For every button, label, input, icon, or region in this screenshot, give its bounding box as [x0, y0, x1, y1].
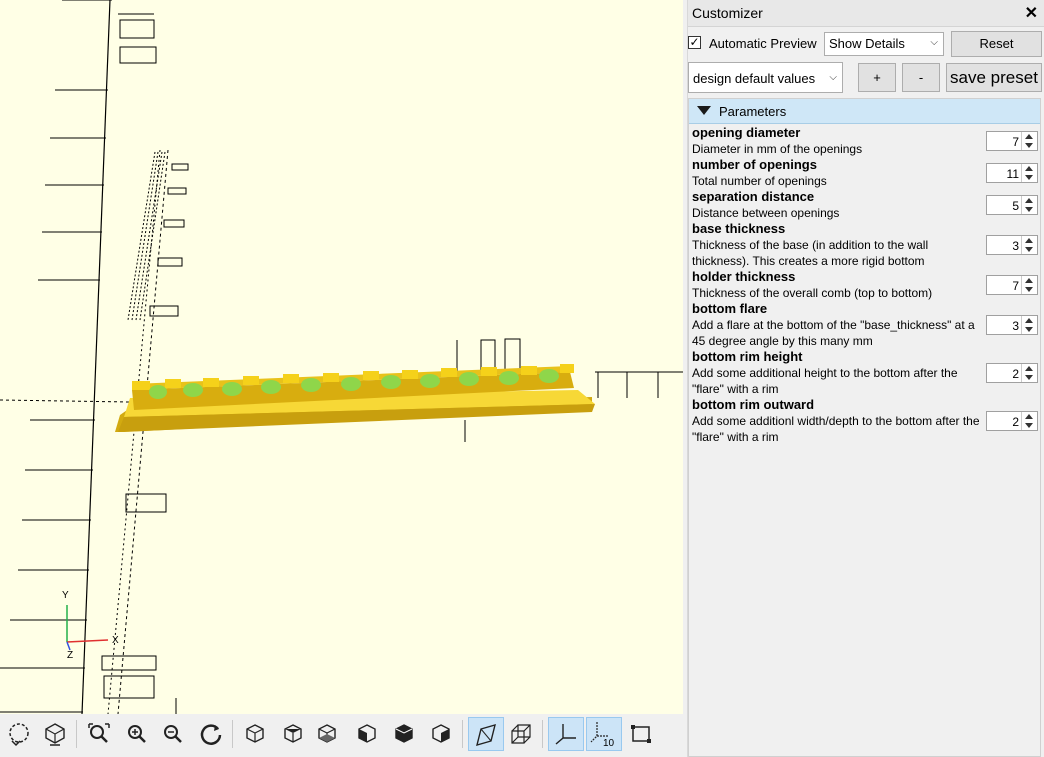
scale-numbers-right	[480, 338, 521, 371]
param-description: Distance between openings	[692, 206, 840, 220]
gizmo-z-label: Z	[67, 650, 73, 661]
scale-numbers-top	[118, 13, 157, 64]
scale-ticks-left	[0, 0, 112, 713]
reset-button[interactable]: Reset	[951, 31, 1042, 57]
spinbox-value: 7	[1012, 135, 1019, 149]
reset-view-icon[interactable]	[196, 718, 226, 750]
spinbox-value: 2	[1012, 367, 1019, 381]
model-scene: Y X Z	[0, 0, 683, 714]
param-name: bottom flare	[692, 301, 768, 316]
chevron-down-icon: ⌵	[930, 37, 938, 48]
gizmo-x-label: X	[112, 635, 119, 646]
zoom-out-icon[interactable]	[158, 718, 188, 750]
scale-marker-label: 10	[603, 738, 615, 748]
zoom-in-icon[interactable]	[122, 718, 152, 750]
3d-viewport[interactable]: Y X Z	[0, 0, 683, 714]
spin-arrows-icon[interactable]	[1021, 276, 1037, 294]
chevron-down-icon: ⌵	[829, 72, 837, 83]
bottom-rim-outward-spinbox[interactable]: 2	[986, 411, 1038, 431]
triangle-down-icon	[697, 106, 711, 115]
spinbox-value: 3	[1012, 239, 1019, 253]
render-icon[interactable]	[40, 718, 70, 750]
spinbox-value: 5	[1012, 199, 1019, 213]
add-preset-button[interactable]: +	[858, 63, 896, 92]
comb-model	[115, 364, 595, 432]
spin-arrows-icon[interactable]	[1021, 196, 1037, 214]
viewport-toolbar: 10	[0, 714, 683, 757]
spinbox-value: 2	[1012, 415, 1019, 429]
view-left-icon[interactable]	[352, 718, 382, 750]
preview-icon[interactable]	[4, 718, 34, 750]
automatic-preview-label[interactable]: Automatic Preview	[709, 36, 817, 51]
param-name: base thickness	[692, 221, 786, 236]
param-description: Diameter in mm of the openings	[692, 142, 863, 156]
number-of-openings-spinbox[interactable]: 11	[986, 163, 1038, 183]
opening-diameter-spinbox[interactable]: 7	[986, 131, 1038, 151]
remove-preset-button[interactable]: -	[902, 63, 940, 92]
param-description: Thickness of the overall comb (top to bo…	[692, 286, 933, 300]
show-edges-icon[interactable]	[626, 718, 656, 750]
z-axis-line	[81, 0, 111, 714]
close-icon[interactable]: ✕	[1025, 3, 1038, 23]
param-name: bottom rim outward	[692, 397, 815, 412]
show-axes-icon[interactable]	[548, 717, 584, 751]
param-description: Add a flare at the bottom of the "base_t…	[692, 318, 975, 348]
param-description: Total number of openings	[692, 174, 827, 188]
spinbox-value: 3	[1012, 319, 1019, 333]
view-front-icon[interactable]	[389, 718, 419, 750]
x-neg-axis-line	[0, 399, 131, 403]
save-preset-button[interactable]: save preset	[946, 63, 1042, 92]
view-right-icon[interactable]	[240, 718, 270, 750]
view-all-icon[interactable]	[84, 718, 114, 750]
scale-ticks-neg	[101, 163, 189, 699]
perspective-icon[interactable]	[468, 717, 504, 751]
param-name: separation distance	[692, 189, 815, 204]
spin-arrows-icon[interactable]	[1021, 132, 1037, 150]
spin-arrows-icon[interactable]	[1021, 164, 1037, 182]
check-icon: ✓	[689, 35, 700, 49]
base-thickness-spinbox[interactable]: 3	[986, 235, 1038, 255]
show-scale-markers-icon[interactable]: 10	[586, 717, 622, 751]
spinbox-value: 7	[1012, 279, 1019, 293]
param-name: holder thickness	[692, 269, 796, 284]
holder-thickness-spinbox[interactable]: 7	[986, 275, 1038, 295]
spin-arrows-icon[interactable]	[1021, 236, 1037, 254]
param-name: opening diameter	[692, 125, 801, 140]
bottom-rim-height-spinbox[interactable]: 2	[986, 363, 1038, 383]
param-description: Add some additionl width/depth to the bo…	[692, 414, 980, 444]
customizer-title-bar: Customizer ✕	[688, 0, 1044, 27]
preset-select[interactable]: design default values ⌵	[688, 62, 843, 93]
preset-select-value: design default values	[693, 71, 816, 86]
automatic-preview-checkbox[interactable]: ✓	[688, 36, 701, 49]
view-bottom-icon[interactable]	[312, 718, 342, 750]
details-select-value: Show Details	[829, 36, 905, 51]
customizer-title: Customizer	[692, 5, 763, 21]
details-select[interactable]: Show Details ⌵	[824, 32, 944, 56]
param-name: number of openings	[692, 157, 817, 172]
view-back-icon[interactable]	[426, 718, 456, 750]
view-top-icon[interactable]	[278, 718, 308, 750]
customizer-panel: Customizer ✕ ✓ Automatic Preview Show De…	[687, 0, 1044, 757]
neg-axis-line	[117, 149, 169, 714]
spinbox-value: 11	[1006, 167, 1019, 181]
orthogonal-icon[interactable]	[506, 718, 536, 750]
parameters-section: Parameters opening diameter Diameter in …	[688, 98, 1041, 757]
param-description: Thickness of the base (in addition to th…	[692, 238, 929, 268]
separation-distance-spinbox[interactable]: 5	[986, 195, 1038, 215]
spin-arrows-icon[interactable]	[1021, 412, 1037, 430]
bottom-flare-spinbox[interactable]: 3	[986, 315, 1038, 335]
spin-arrows-icon[interactable]	[1021, 364, 1037, 382]
gizmo-y-label: Y	[62, 590, 69, 601]
parameters-header[interactable]: Parameters	[689, 99, 1040, 124]
spin-arrows-icon[interactable]	[1021, 316, 1037, 334]
param-name: bottom rim height	[692, 349, 803, 364]
param-description: Add some additional height to the bottom…	[692, 366, 958, 396]
parameters-label: Parameters	[719, 104, 787, 119]
axis-gizmo: Y X Z	[62, 590, 119, 661]
